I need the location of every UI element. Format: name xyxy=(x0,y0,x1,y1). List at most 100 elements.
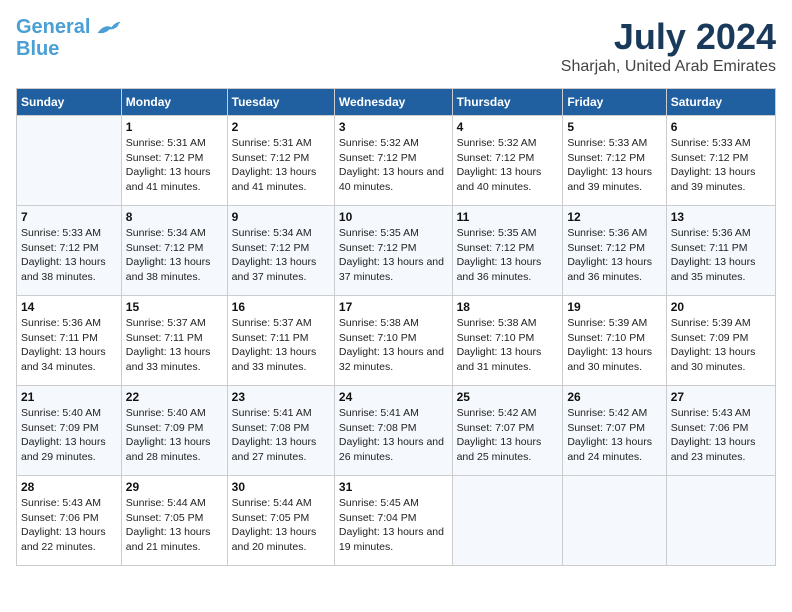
cell-date: 20 xyxy=(671,300,771,314)
cell-info: Sunrise: 5:40 AMSunset: 7:09 PMDaylight:… xyxy=(21,406,117,465)
cell-info: Sunrise: 5:39 AMSunset: 7:09 PMDaylight:… xyxy=(671,316,771,375)
cell-date: 13 xyxy=(671,210,771,224)
cell-info: Sunrise: 5:44 AMSunset: 7:05 PMDaylight:… xyxy=(126,496,223,555)
calendar-cell: 15 Sunrise: 5:37 AMSunset: 7:11 PMDayligh… xyxy=(121,296,227,386)
cell-info: Sunrise: 5:33 AMSunset: 7:12 PMDaylight:… xyxy=(567,136,661,195)
calendar-cell: 10Sunrise: 5:35 AMSunset: 7:12 PMDayligh… xyxy=(334,206,452,296)
cell-info: Sunrise: 5:31 AMSunset: 7:12 PMDaylight:… xyxy=(232,136,330,195)
calendar-cell: 14 Sunrise: 5:36 AMSunset: 7:11 PMDayligh… xyxy=(17,296,122,386)
cell-info: Sunrise: 5:36 AMSunset: 7:12 PMDaylight:… xyxy=(567,226,661,285)
calendar-cell xyxy=(17,116,122,206)
cell-date: 14 xyxy=(21,300,117,314)
calendar-cell: 1Sunrise: 5:31 AMSunset: 7:12 PMDaylight… xyxy=(121,116,227,206)
logo-blue: Blue xyxy=(16,38,59,60)
cell-date: 21 xyxy=(21,390,117,404)
calendar-cell: 17 Sunrise: 5:38 AMSunset: 7:10 PMDayligh… xyxy=(334,296,452,386)
cell-info: Sunrise: 5:43 AMSunset: 7:06 PMDaylight:… xyxy=(21,496,117,555)
calendar-cell: 24 Sunrise: 5:41 AMSunset: 7:08 PMDayligh… xyxy=(334,386,452,476)
cell-date: 10 xyxy=(339,210,448,224)
calendar-cell: 30Sunrise: 5:44 AMSunset: 7:05 PMDayligh… xyxy=(227,476,334,566)
cell-info: Sunrise: 5:36 AMSunset: 7:11 PMDaylight:… xyxy=(21,316,117,375)
cell-info: Sunrise: 5:34 AMSunset: 7:12 PMDaylight:… xyxy=(126,226,223,285)
week-row-5: 28 Sunrise: 5:43 AMSunset: 7:06 PMDayligh… xyxy=(17,476,776,566)
cell-date: 4 xyxy=(457,120,559,134)
calendar-cell xyxy=(666,476,775,566)
calendar-cell: 20 Sunrise: 5:39 AMSunset: 7:09 PMDayligh… xyxy=(666,296,775,386)
calendar-cell: 3Sunrise: 5:32 AMSunset: 7:12 PMDaylight… xyxy=(334,116,452,206)
cell-date: 29 xyxy=(126,480,223,494)
calendar-cell: 11 Sunrise: 5:35 AMSunset: 7:12 PMDayligh… xyxy=(452,206,563,296)
calendar-cell: 29 Sunrise: 5:44 AMSunset: 7:05 PMDayligh… xyxy=(121,476,227,566)
week-row-4: 21 Sunrise: 5:40 AMSunset: 7:09 PMDayligh… xyxy=(17,386,776,476)
cell-date: 9 xyxy=(232,210,330,224)
header-cell-wednesday: Wednesday xyxy=(334,89,452,116)
subtitle: Sharjah, United Arab Emirates xyxy=(561,58,776,76)
cell-date: 31 xyxy=(339,480,448,494)
calendar-cell: 16 Sunrise: 5:37 AMSunset: 7:11 PMDayligh… xyxy=(227,296,334,386)
calendar-cell xyxy=(452,476,563,566)
week-row-1: 1 Sunrise: 5:31 AMSunset: 7:12 PMDaylight… xyxy=(17,116,776,206)
header-cell-friday: Friday xyxy=(563,89,666,116)
cell-date: 2 xyxy=(232,120,330,134)
cell-info: Sunrise: 5:34 AMSunset: 7:12 PMDaylight:… xyxy=(232,226,330,285)
header-row: SundayMondayTuesdayWednesdayThursdayFrid… xyxy=(17,89,776,116)
cell-info: Sunrise: 5:35 AMSunset: 7:12 PMDaylight:… xyxy=(457,226,559,285)
cell-info: Sunrise: 5:42 AMSunset: 7:07 PMDaylight:… xyxy=(457,406,559,465)
cell-date: 24 xyxy=(339,390,448,404)
cell-date: 16 xyxy=(232,300,330,314)
logo: General Blue xyxy=(16,16,122,60)
cell-info: Sunrise: 5:33 AMSunset: 7:12 PMDaylight:… xyxy=(21,226,117,285)
calendar-cell: 22Sunrise: 5:40 AMSunset: 7:09 PMDayligh… xyxy=(121,386,227,476)
calendar-cell: 2 Sunrise: 5:31 AMSunset: 7:12 PMDaylight… xyxy=(227,116,334,206)
calendar-cell: 5 Sunrise: 5:33 AMSunset: 7:12 PMDaylight… xyxy=(563,116,666,206)
cell-info: Sunrise: 5:45 AMSunset: 7:04 PMDaylight:… xyxy=(339,496,448,555)
header-cell-thursday: Thursday xyxy=(452,89,563,116)
calendar-cell: 4 Sunrise: 5:32 AMSunset: 7:12 PMDaylight… xyxy=(452,116,563,206)
cell-date: 27 xyxy=(671,390,771,404)
cell-date: 22 xyxy=(126,390,223,404)
header-cell-monday: Monday xyxy=(121,89,227,116)
calendar-cell: 7Sunrise: 5:33 AMSunset: 7:12 PMDaylight… xyxy=(17,206,122,296)
cell-info: Sunrise: 5:41 AMSunset: 7:08 PMDaylight:… xyxy=(232,406,330,465)
cell-date: 25 xyxy=(457,390,559,404)
cell-date: 12 xyxy=(567,210,661,224)
cell-date: 18 xyxy=(457,300,559,314)
cell-date: 15 xyxy=(126,300,223,314)
cell-date: 1 xyxy=(126,120,223,134)
cell-info: Sunrise: 5:44 AMSunset: 7:05 PMDaylight:… xyxy=(232,496,330,555)
logo-general: General xyxy=(16,16,90,38)
cell-date: 11 xyxy=(457,210,559,224)
calendar-cell: 19Sunrise: 5:39 AMSunset: 7:10 PMDayligh… xyxy=(563,296,666,386)
cell-info: Sunrise: 5:42 AMSunset: 7:07 PMDaylight:… xyxy=(567,406,661,465)
calendar-cell: 9 Sunrise: 5:34 AMSunset: 7:12 PMDaylight… xyxy=(227,206,334,296)
header-cell-tuesday: Tuesday xyxy=(227,89,334,116)
page-header: General Blue July 2024 Sharjah, United A… xyxy=(16,16,776,76)
cell-date: 28 xyxy=(21,480,117,494)
cell-info: Sunrise: 5:32 AMSunset: 7:12 PMDaylight:… xyxy=(339,136,448,195)
calendar-cell: 25 Sunrise: 5:42 AMSunset: 7:07 PMDayligh… xyxy=(452,386,563,476)
calendar-cell: 12 Sunrise: 5:36 AMSunset: 7:12 PMDayligh… xyxy=(563,206,666,296)
logo-text: General Blue xyxy=(16,16,90,60)
main-title: July 2024 xyxy=(561,16,776,58)
calendar-table: SundayMondayTuesdayWednesdayThursdayFrid… xyxy=(16,88,776,566)
cell-date: 5 xyxy=(567,120,661,134)
cell-date: 26 xyxy=(567,390,661,404)
calendar-cell: 8Sunrise: 5:34 AMSunset: 7:12 PMDaylight… xyxy=(121,206,227,296)
cell-date: 23 xyxy=(232,390,330,404)
cell-info: Sunrise: 5:43 AMSunset: 7:06 PMDaylight:… xyxy=(671,406,771,465)
calendar-cell: 13 Sunrise: 5:36 AMSunset: 7:11 PMDayligh… xyxy=(666,206,775,296)
cell-info: Sunrise: 5:37 AMSunset: 7:11 PMDaylight:… xyxy=(232,316,330,375)
cell-info: Sunrise: 5:32 AMSunset: 7:12 PMDaylight:… xyxy=(457,136,559,195)
cell-info: Sunrise: 5:38 AMSunset: 7:10 PMDaylight:… xyxy=(339,316,448,375)
logo-bird-icon xyxy=(94,20,122,38)
cell-date: 19 xyxy=(567,300,661,314)
cell-info: Sunrise: 5:36 AMSunset: 7:11 PMDaylight:… xyxy=(671,226,771,285)
cell-info: Sunrise: 5:41 AMSunset: 7:08 PMDaylight:… xyxy=(339,406,448,465)
cell-info: Sunrise: 5:37 AMSunset: 7:11 PMDaylight:… xyxy=(126,316,223,375)
cell-date: 17 xyxy=(339,300,448,314)
calendar-cell xyxy=(563,476,666,566)
title-block: July 2024 Sharjah, United Arab Emirates xyxy=(561,16,776,76)
calendar-cell: 31 Sunrise: 5:45 AMSunset: 7:04 PMDayligh… xyxy=(334,476,452,566)
week-row-3: 14 Sunrise: 5:36 AMSunset: 7:11 PMDayligh… xyxy=(17,296,776,386)
calendar-cell: 21 Sunrise: 5:40 AMSunset: 7:09 PMDayligh… xyxy=(17,386,122,476)
